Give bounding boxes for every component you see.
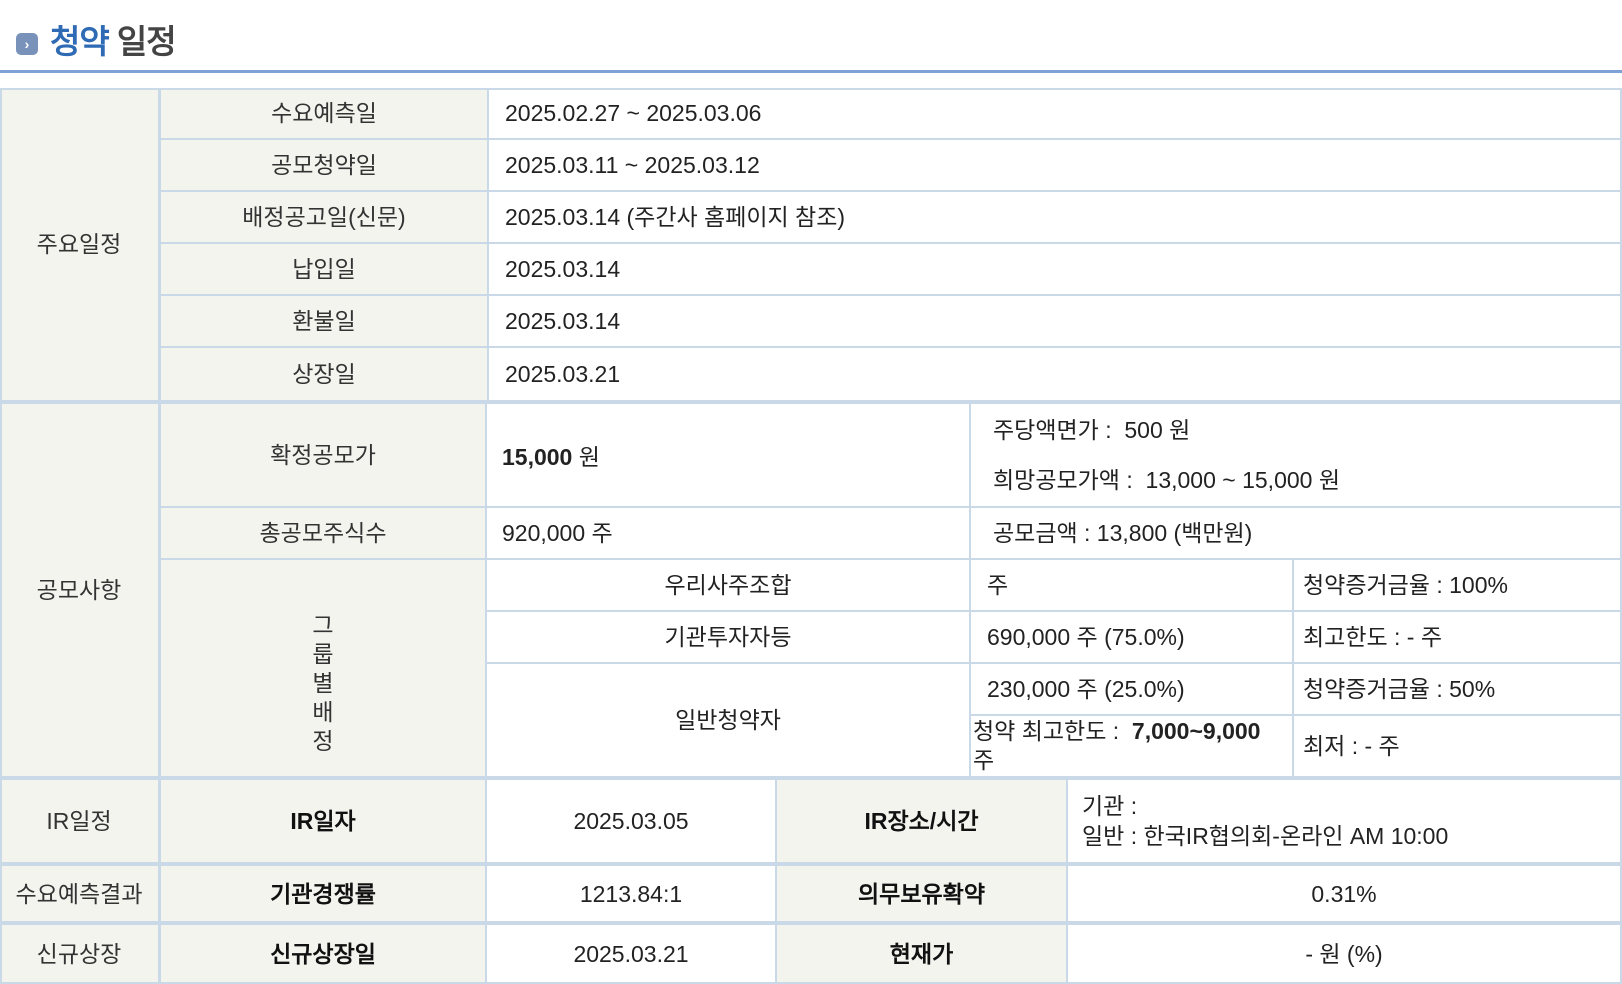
schedule-value-demand-forecast: 2025.02.27 ~ 2025.03.06 [489, 88, 1622, 140]
allocation-char-5: 정 [312, 727, 334, 754]
confirmed-price-unit: 원 [578, 444, 600, 470]
ir-place-label: IR장소/시간 [777, 780, 1068, 864]
allocation-char-3: 별 [312, 669, 334, 696]
section-header: › 청약 일정 [0, 0, 1622, 74]
offering-label-confirmed-price: 확정공모가 [161, 404, 487, 508]
schedule-value-refund: 2025.03.14 [489, 296, 1622, 348]
allocation-institution-label: 기관투자자등 [487, 612, 971, 664]
schedule-value-listing: 2025.03.21 [489, 348, 1622, 402]
schedule-label-refund: 환불일 [161, 296, 489, 348]
ir-place-institution: 기관 : [1082, 793, 1138, 819]
schedule-label-listing: 상장일 [161, 348, 489, 402]
allocation-institution-shares: 690,000 주 (75.0%) [971, 612, 1294, 664]
schedule-label-payment: 납입일 [161, 244, 489, 296]
demand-competition-label: 기관경쟁률 [161, 866, 487, 923]
allocation-group-label: 그 룹 별 배 정 [161, 560, 487, 778]
allocation-employee-shares: 주 [971, 560, 1294, 612]
demand-lockup-value: 0.31% [1068, 866, 1622, 923]
group-label-listing: 신규상장 [0, 925, 161, 984]
listing-price-value: - 원 (%) [1068, 925, 1622, 984]
allocation-retail-label: 일반청약자 [487, 664, 971, 778]
desired-price-line: 희망공모가액 : 13,000 ~ 15,000 원 [993, 465, 1340, 495]
schedule-value-subscription: 2025.03.11 ~ 2025.03.12 [489, 140, 1622, 192]
retail-max-label: 청약 최고한도 : [973, 718, 1120, 744]
title-word-2: 일정 [116, 23, 177, 60]
allocation-retail-min: 최저 : - 주 [1294, 716, 1622, 778]
ir-date-value: 2025.03.05 [487, 780, 777, 864]
offering-value-total-shares: 920,000 주 [487, 508, 971, 560]
group-label-demand: 수요예측결과 [0, 866, 161, 923]
listing-date-value: 2025.03.21 [487, 925, 777, 984]
allocation-char-4: 배 [312, 698, 334, 725]
allocation-retail-note: 청약증거금율 : 50% [1294, 664, 1622, 716]
offering-value-confirmed-price: 15,000 원 [487, 404, 971, 508]
header-divider [0, 70, 1622, 73]
section-title: 청약 일정 [50, 20, 177, 64]
par-value-label: 주당액면가 : [993, 417, 1112, 443]
allocation-char-1: 그 [312, 611, 334, 638]
allocation-char-2: 룹 [312, 640, 334, 667]
allocation-employee-note: 청약증거금율 : 100% [1294, 560, 1622, 612]
schedule-value-payment: 2025.03.14 [489, 244, 1622, 296]
retail-max-line: 청약 최고한도 : 7,000~9,000 [973, 717, 1260, 746]
demand-competition-value: 1213.84:1 [487, 866, 777, 923]
ir-date-label: IR일자 [161, 780, 487, 864]
group-label-schedule: 주요일정 [0, 88, 161, 402]
allocation-institution-note: 최고한도 : - 주 [1294, 612, 1622, 664]
par-value-line: 주당액면가 : 500 원 [993, 415, 1190, 445]
desired-price-value: 13,000 ~ 15,000 원 [1145, 467, 1340, 493]
allocation-retail-shares: 230,000 주 (25.0%) [971, 664, 1294, 716]
desired-price-label: 희망공모가액 : [993, 467, 1133, 493]
listing-date-label: 신규상장일 [161, 925, 487, 984]
ir-place-general: 일반 : 한국IR협의회-온라인 AM 10:00 [1082, 823, 1449, 849]
schedule-value-allocation-notice: 2025.03.14 (주간사 홈페이지 참조) [489, 192, 1622, 244]
title-word-1: 청약 [50, 23, 110, 60]
offering-label-total-shares: 총공모주식수 [161, 508, 487, 560]
allocation-employee-label: 우리사주조합 [487, 560, 971, 612]
retail-max-value: 7,000~9,000 [1131, 718, 1261, 744]
group-label-ir: IR일정 [0, 780, 161, 864]
confirmed-price-number: 15,000 [502, 444, 573, 470]
chevron-right-icon: › [16, 33, 38, 55]
par-value-value: 500 원 [1124, 417, 1191, 443]
offering-amount: 공모금액 : 13,800 (백만원) [971, 508, 1622, 560]
schedule-label-subscription: 공모청약일 [161, 140, 489, 192]
offering-price-details: 주당액면가 : 500 원 희망공모가액 : 13,000 ~ 15,000 원 [971, 404, 1622, 508]
listing-price-label: 현재가 [777, 925, 1068, 984]
retail-max-unit: 주 [973, 747, 995, 773]
schedule-label-demand-forecast: 수요예측일 [161, 88, 489, 140]
group-label-offering: 공모사항 [0, 404, 161, 778]
demand-lockup-label: 의무보유확약 [777, 866, 1068, 923]
schedule-label-allocation-notice: 배정공고일(신문) [161, 192, 489, 244]
ir-place-value: 기관 : 일반 : 한국IR협의회-온라인 AM 10:00 [1068, 780, 1622, 864]
allocation-retail-max: 청약 최고한도 : 7,000~9,000 주 [971, 716, 1294, 778]
